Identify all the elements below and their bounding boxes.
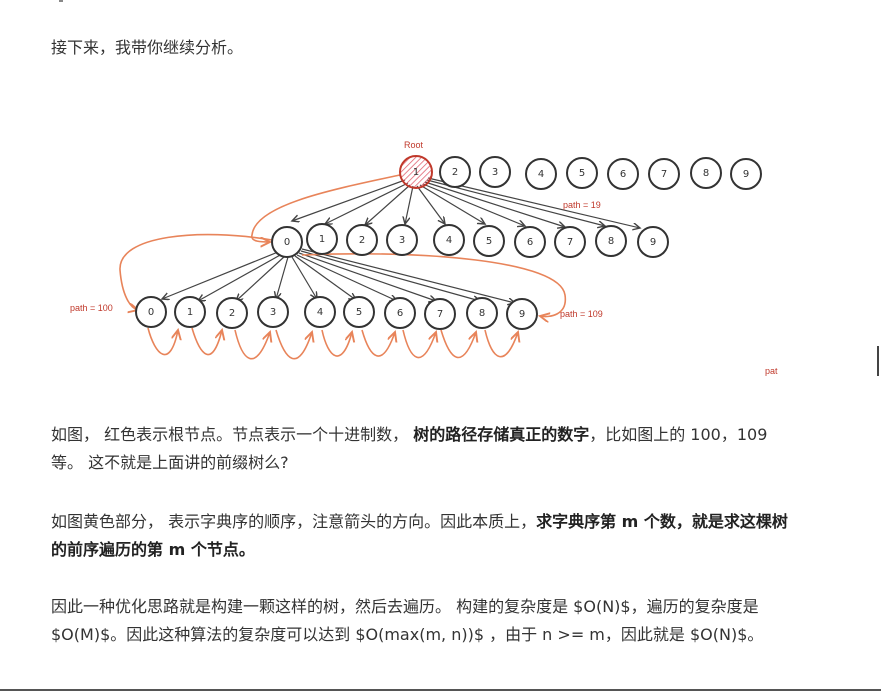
svg-text:7: 7 xyxy=(661,169,667,180)
level1-node: 8 xyxy=(690,157,722,189)
svg-text:8: 8 xyxy=(479,308,485,319)
svg-text:4: 4 xyxy=(446,235,452,246)
level2-node: 1 xyxy=(306,223,338,255)
level3-node: 4 xyxy=(304,296,336,328)
svg-text:2: 2 xyxy=(229,308,235,319)
explanation-paragraph-2: 如图黄色部分， 表示字典序的顺序，注意箭头的方向。因此本质上，求字典序第 m 个… xyxy=(51,508,791,564)
svg-text:4: 4 xyxy=(317,307,323,318)
level1-node: 7 xyxy=(648,158,680,190)
level3-node: 3 xyxy=(257,296,289,328)
path-109-label: path = 109 xyxy=(560,309,603,319)
svg-text:7: 7 xyxy=(437,309,443,320)
level1-node: 5 xyxy=(566,157,598,189)
pat-label: pat xyxy=(765,366,778,376)
p2-text-a: 如图黄色部分， 表示字典序的顺序，注意箭头的方向。因此本质上， xyxy=(51,512,537,531)
svg-text:5: 5 xyxy=(486,236,492,247)
svg-text:6: 6 xyxy=(527,237,533,248)
level2-node: 6 xyxy=(514,226,546,258)
bottom-divider xyxy=(0,689,881,691)
svg-text:6: 6 xyxy=(397,308,403,319)
level3-node: 8 xyxy=(466,297,498,329)
level2-node: 8 xyxy=(595,225,627,257)
svg-text:1: 1 xyxy=(319,234,325,245)
level2-node: 7 xyxy=(554,226,586,258)
svg-text:1: 1 xyxy=(187,307,193,318)
level3-node: 7 xyxy=(424,298,456,330)
level3-node: 0 xyxy=(135,296,167,328)
p1-bold: 树的路径存储真正的数字 xyxy=(413,425,590,444)
svg-text:0: 0 xyxy=(148,307,154,318)
level2-node: 2 xyxy=(346,224,378,256)
level2-node: 5 xyxy=(473,225,505,257)
svg-text:5: 5 xyxy=(356,307,362,318)
level1-node: 3 xyxy=(479,156,511,188)
top-edge-mark xyxy=(59,0,63,2)
svg-text:6: 6 xyxy=(620,169,626,180)
level1-node: 6 xyxy=(607,158,639,190)
svg-text:9: 9 xyxy=(519,309,525,320)
svg-text:9: 9 xyxy=(743,169,749,180)
svg-text:7: 7 xyxy=(567,237,573,248)
svg-text:8: 8 xyxy=(703,168,709,179)
svg-text:0: 0 xyxy=(284,237,290,248)
root-label: Root xyxy=(404,140,424,150)
level3-node: 6 xyxy=(384,297,416,329)
level2-node: 4 xyxy=(433,224,465,256)
svg-text:8: 8 xyxy=(608,236,614,247)
svg-text:4: 4 xyxy=(538,169,544,180)
level1-node: 4 xyxy=(525,158,557,190)
svg-text:3: 3 xyxy=(492,167,498,178)
level2-node: 9 xyxy=(637,226,669,258)
svg-text:2: 2 xyxy=(452,167,458,178)
svg-text:1: 1 xyxy=(413,167,419,178)
level2-arrows xyxy=(162,248,515,303)
svg-text:3: 3 xyxy=(270,307,276,318)
svg-text:3: 3 xyxy=(399,235,405,246)
level1-node: 2 xyxy=(439,156,471,188)
explanation-paragraph-1: 如图， 红色表示根节点。节点表示一个十进制数， 树的路径存储真正的数字，比如图上… xyxy=(51,421,791,477)
level3-node: 1 xyxy=(174,296,206,328)
level1-node: 9 xyxy=(730,158,762,190)
level1-node-root: 1 xyxy=(399,155,433,189)
intro-paragraph: 接下来，我带你继续分析。 xyxy=(51,38,244,57)
level2-node: 0 xyxy=(271,226,303,258)
level3-node: 2 xyxy=(216,297,248,329)
svg-text:2: 2 xyxy=(359,235,365,246)
prefix-tree-diagram: Root 1 2 3 4 5 6 7 8 9 0 1 2 3 4 5 6 7 8… xyxy=(70,140,778,376)
svg-text:5: 5 xyxy=(579,168,585,179)
path-19-label: path = 19 xyxy=(563,200,601,210)
explanation-paragraph-3: 因此一种优化思路就是构建一颗这样的树，然后去遍历。 构建的复杂度是 $O(N)$… xyxy=(51,597,764,644)
level3-node: 5 xyxy=(343,296,375,328)
svg-text:9: 9 xyxy=(650,237,656,248)
scrollbar-thumb[interactable] xyxy=(877,346,879,376)
path-100-label: path = 100 xyxy=(70,303,113,313)
level3-node: 9 xyxy=(506,298,538,330)
p1-text-a: 如图， 红色表示根节点。节点表示一个十进制数， xyxy=(51,425,414,444)
level2-node: 3 xyxy=(386,224,418,256)
